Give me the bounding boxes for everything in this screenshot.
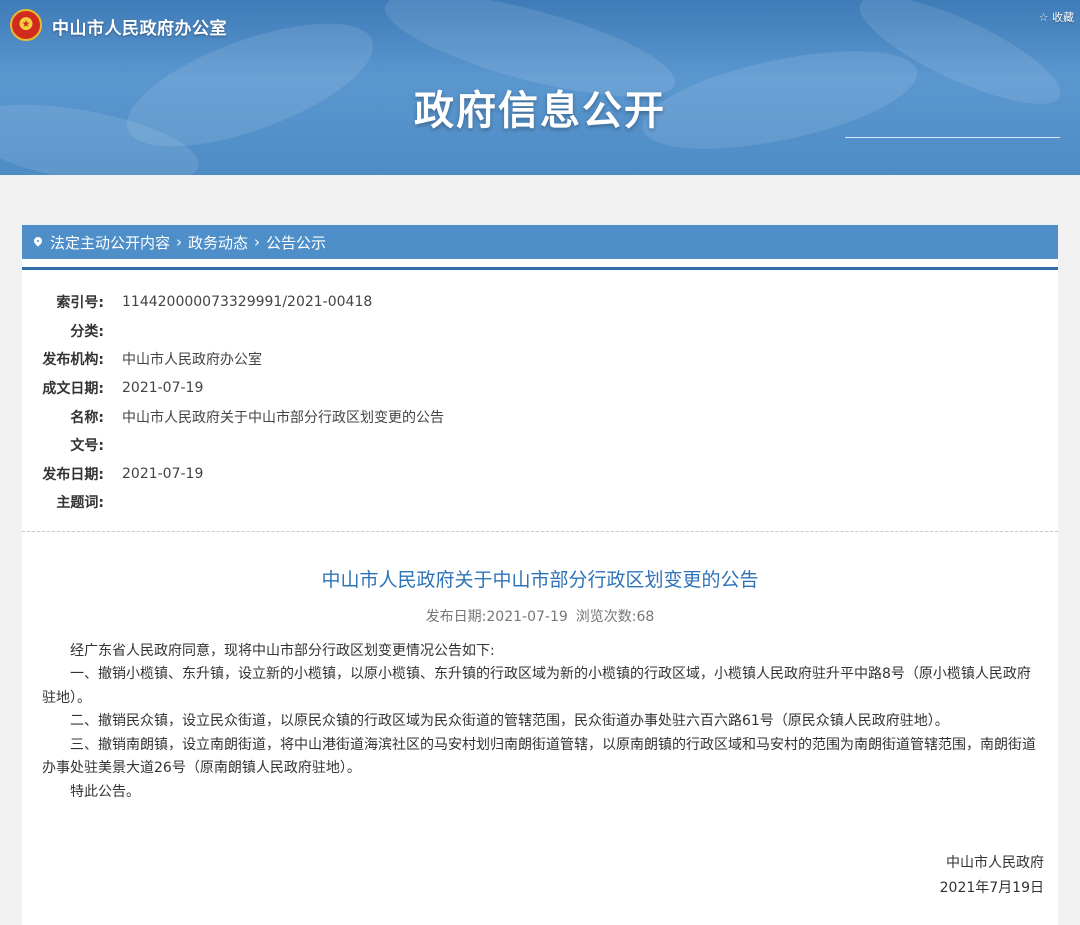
banner-divider xyxy=(845,137,1060,138)
site-title[interactable]: 中山市人民政府办公室 xyxy=(52,14,227,39)
meta-label: 名称: xyxy=(70,409,104,426)
publish-date-label: 发布日期: xyxy=(425,608,487,625)
article-title: 中山市人民政府关于中山市部分行政区划变更的公告 xyxy=(321,568,759,591)
meta-row-category: 分类: xyxy=(22,317,1058,346)
metadata-table: 索引号: 114420000073329991/2021-00418 分类: 发… xyxy=(22,270,1058,532)
meta-label: 分类: xyxy=(70,323,104,340)
header-banner: ★ 中山市人民政府办公室 ☆ 收藏 政府信息公开 xyxy=(0,0,1080,175)
article-info: 发布日期:2021-07-19 浏览次数:68 xyxy=(22,606,1058,626)
content-card: 法定主动公开内容 › 政务动态 › 公告公示 索引号: 114420000073… xyxy=(22,225,1058,925)
meta-row-name: 名称: 中山市人民政府关于中山市部分行政区划变更的公告 xyxy=(22,402,1058,431)
breadcrumb: 法定主动公开内容 › 政务动态 › 公告公示 xyxy=(22,225,1058,259)
favorite-button[interactable]: ☆ 收藏 xyxy=(1039,9,1074,25)
chevron-right-icon: › xyxy=(176,233,183,251)
breadcrumb-item-government-news[interactable]: 政务动态 xyxy=(188,232,248,253)
meta-row-index: 索引号: 114420000073329991/2021-00418 xyxy=(22,288,1058,317)
publish-date-value: 2021-07-19 xyxy=(486,608,568,625)
breadcrumb-item-announcements[interactable]: 公告公示 xyxy=(266,232,326,253)
meta-value: 2021-07-19 xyxy=(122,380,204,397)
meta-label: 成文日期: xyxy=(42,381,104,398)
meta-value: 114420000073329991/2021-00418 xyxy=(122,294,373,311)
meta-value: 中山市人民政府关于中山市部分行政区划变更的公告 xyxy=(122,409,444,426)
article-paragraph: 一、撤销小榄镇、东升镇，设立新的小榄镇，以原小榄镇、东升镇的行政区域为新的小榄镇… xyxy=(42,666,1031,706)
article-paragraph: 三、撤销南朗镇，设立南朗街道，将中山港街道海滨社区的马安村划归南朗街道管辖，以原… xyxy=(42,736,1036,777)
article-paragraph: 经广东省人民政府同意，现将中山市部分行政区划变更情况公告如下: xyxy=(70,642,495,659)
sign-date: 2021年7月19日 xyxy=(939,880,1044,896)
location-pin-icon xyxy=(34,237,42,248)
article-paragraph: 二、撤销民众镇，设立民众街道，以原民众镇的行政区域为民众街道的管辖范围，民众街道… xyxy=(70,713,949,730)
meta-label: 发布日期: xyxy=(42,466,104,483)
breadcrumb-item-public-content[interactable]: 法定主动公开内容 xyxy=(50,232,170,253)
banner-title: 政府信息公开 xyxy=(414,88,666,134)
meta-row-publish-date: 发布日期: 2021-07-19 xyxy=(22,460,1058,489)
national-emblem-icon[interactable]: ★ xyxy=(10,9,42,41)
meta-row-doc-number: 文号: xyxy=(22,431,1058,460)
views-count: 68 xyxy=(636,608,655,625)
meta-row-publisher: 发布机构: 中山市人民政府办公室 xyxy=(22,345,1058,374)
meta-label: 文号: xyxy=(70,438,104,455)
meta-row-keywords: 主题词: xyxy=(22,488,1058,517)
chevron-right-icon: › xyxy=(254,233,261,251)
article-paragraph: 特此公告。 xyxy=(70,783,140,800)
meta-row-written-date: 成文日期: 2021-07-19 xyxy=(22,374,1058,403)
meta-value: 中山市人民政府办公室 xyxy=(122,352,262,369)
meta-label: 主题词: xyxy=(56,495,104,512)
meta-label: 索引号: xyxy=(56,295,104,312)
meta-value: 2021-07-19 xyxy=(122,465,204,482)
article-body: 经广东省人民政府同意，现将中山市部分行政区划变更情况公告如下: 一、撤销小榄镇、… xyxy=(22,640,1058,805)
views-label: 浏览次数: xyxy=(575,608,637,625)
meta-label: 发布机构: xyxy=(42,352,104,369)
signature: 中山市人民政府 xyxy=(946,855,1044,871)
